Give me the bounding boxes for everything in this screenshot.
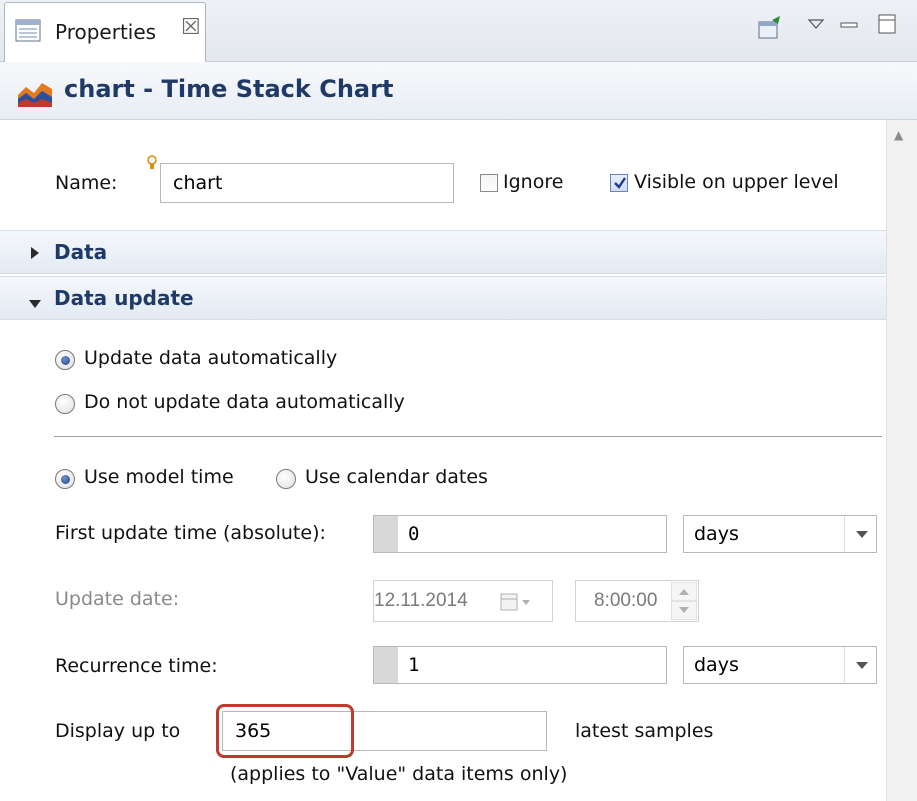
update-time-spinner[interactable]: 8:00:00 bbox=[575, 580, 699, 622]
chevron-down-icon[interactable] bbox=[28, 293, 42, 314]
maximize-icon[interactable] bbox=[878, 14, 896, 39]
calendar-icon[interactable] bbox=[500, 592, 534, 617]
use-calendar-dates-radio[interactable] bbox=[276, 469, 296, 489]
recurrence-time-input[interactable]: 1 bbox=[373, 646, 667, 684]
first-update-time-input[interactable]: 0 bbox=[373, 515, 667, 553]
latest-samples-label: latest samples bbox=[575, 720, 714, 742]
do-not-update-radio[interactable] bbox=[55, 394, 75, 414]
name-input[interactable]: chart bbox=[160, 163, 454, 203]
recurrence-time-label: Recurrence time: bbox=[55, 655, 218, 677]
separator bbox=[54, 436, 882, 437]
properties-icon bbox=[15, 19, 41, 48]
chevron-right-icon[interactable] bbox=[30, 244, 40, 265]
code-field-grip bbox=[374, 516, 398, 552]
dropdown-arrow-icon[interactable] bbox=[844, 647, 876, 683]
first-update-time-label: First update time (absolute): bbox=[55, 522, 326, 544]
first-update-unit-select[interactable]: days bbox=[683, 515, 877, 553]
ignore-checkbox[interactable] bbox=[480, 174, 498, 192]
update-automatically-label: Update data automatically bbox=[84, 347, 338, 369]
recurrence-unit-select[interactable]: days bbox=[683, 646, 877, 684]
dropdown-arrow-icon[interactable] bbox=[844, 516, 876, 552]
value-items-note: (applies to "Value" data items only) bbox=[230, 763, 568, 785]
tab-title: Properties bbox=[55, 20, 157, 44]
checkmark-icon bbox=[614, 177, 626, 189]
vertical-scrollbar[interactable] bbox=[886, 120, 917, 801]
update-date-label: Update date: bbox=[55, 588, 180, 610]
view-menu-icon[interactable] bbox=[807, 14, 825, 35]
update-automatically-radio[interactable] bbox=[55, 350, 75, 370]
name-label: Name: bbox=[55, 172, 118, 194]
section-data-title[interactable]: Data bbox=[54, 240, 107, 264]
use-model-time-label: Use model time bbox=[84, 466, 234, 488]
ignore-label: Ignore bbox=[503, 171, 564, 193]
code-field-grip bbox=[374, 647, 398, 683]
use-model-time-radio[interactable] bbox=[55, 469, 75, 489]
close-icon[interactable]: ☒ bbox=[181, 15, 201, 40]
section-data-update-title[interactable]: Data update bbox=[54, 286, 194, 310]
display-up-to-label: Display up to bbox=[55, 720, 181, 742]
spinner-arrows-icon[interactable] bbox=[670, 581, 698, 625]
pin-icon[interactable] bbox=[756, 14, 784, 47]
section-data[interactable] bbox=[0, 230, 886, 274]
visible-on-upper-level-label: Visible on upper level bbox=[634, 171, 839, 193]
scroll-up-icon[interactable]: ▲ bbox=[894, 128, 903, 142]
hint-bulb-icon bbox=[146, 155, 158, 176]
do-not-update-label: Do not update data automatically bbox=[84, 391, 405, 413]
time-stack-chart-icon bbox=[16, 79, 56, 114]
tab-properties[interactable]: Properties ☒ bbox=[4, 2, 206, 64]
minimize-icon[interactable] bbox=[840, 14, 858, 35]
visible-on-upper-level-checkbox[interactable] bbox=[610, 174, 628, 192]
highlight-box bbox=[216, 704, 354, 758]
update-date-picker[interactable]: 12.11.2014 bbox=[373, 580, 553, 622]
use-calendar-dates-label: Use calendar dates bbox=[305, 466, 488, 488]
page-title: chart - Time Stack Chart bbox=[64, 75, 394, 103]
